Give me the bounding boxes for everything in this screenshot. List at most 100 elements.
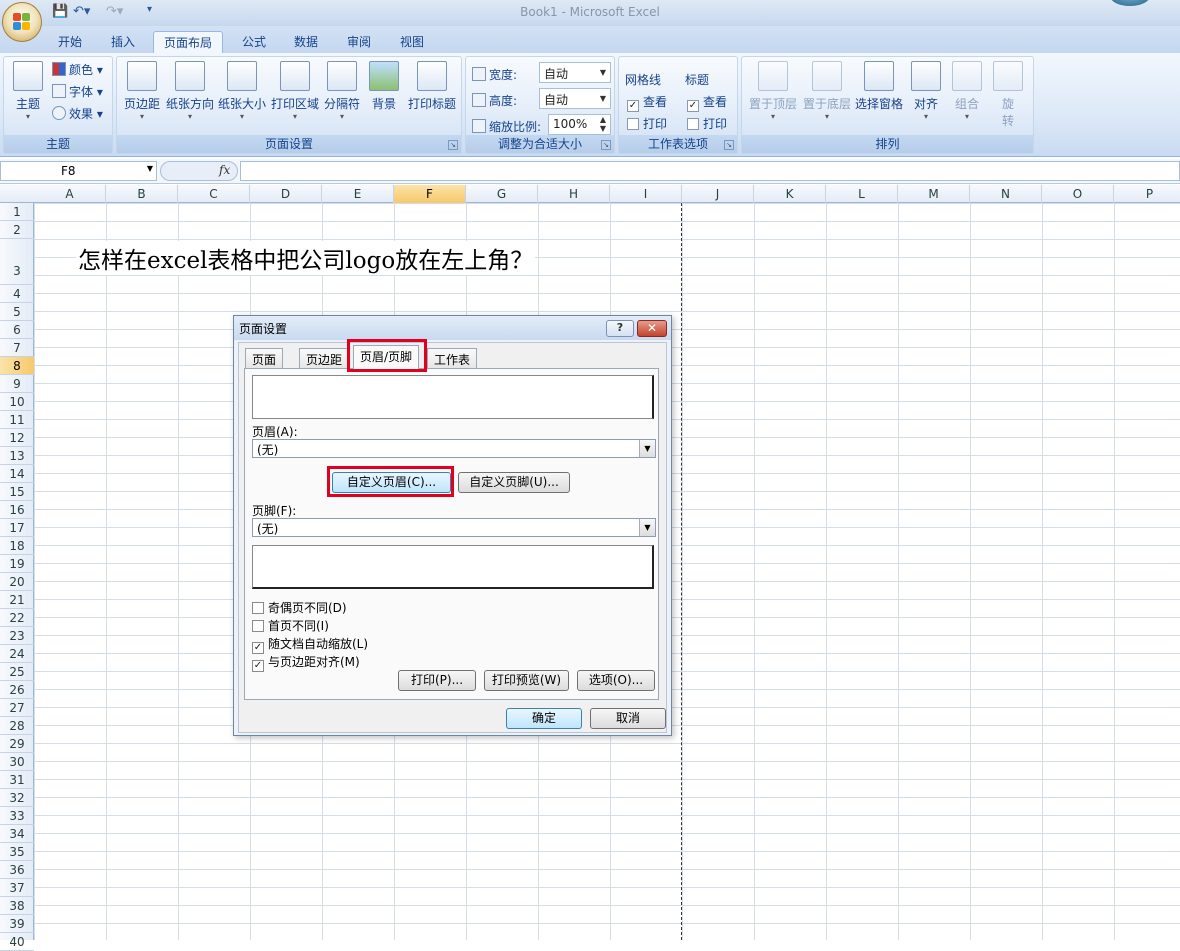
formula-input[interactable] xyxy=(240,161,1180,181)
dialog-tab-sheet[interactable]: 工作表 xyxy=(427,348,478,368)
row-header-3[interactable]: 3 xyxy=(0,239,34,285)
row-header-39[interactable]: 39 xyxy=(0,915,34,933)
row-header-40[interactable]: 40 xyxy=(0,933,34,951)
header-select[interactable]: (无) ▼ xyxy=(252,439,656,458)
row-header-4[interactable]: 4 xyxy=(0,285,34,303)
column-header-b[interactable]: B xyxy=(106,185,178,203)
row-header-6[interactable]: 6 xyxy=(0,321,34,339)
options-button[interactable]: 选项(O)... xyxy=(577,670,655,691)
size-button[interactable]: 纸张大小 ▾ xyxy=(216,61,268,121)
row-header-23[interactable]: 23 xyxy=(0,627,34,645)
tab-insert[interactable]: 插入 xyxy=(101,31,145,53)
custom-footer-button[interactable]: 自定义页脚(U)... xyxy=(458,472,570,493)
column-header-n[interactable]: N xyxy=(970,185,1042,203)
bring-to-front-button[interactable]: 置于顶层 ▾ xyxy=(746,61,800,121)
row-header-33[interactable]: 33 xyxy=(0,807,34,825)
tab-data[interactable]: 数据 xyxy=(284,31,328,53)
row-header-9[interactable]: 9 xyxy=(0,375,34,393)
row-header-7[interactable]: 7 xyxy=(0,339,34,357)
row-header-24[interactable]: 24 xyxy=(0,645,34,663)
help-button[interactable]: ? xyxy=(606,320,634,337)
sheet-options-launcher-icon[interactable]: ↘ xyxy=(724,140,734,150)
headings-view-checkbox[interactable]: ✓ 查看 xyxy=(687,93,727,112)
column-header-d[interactable]: D xyxy=(250,185,322,203)
ok-button[interactable]: 确定 xyxy=(506,708,582,729)
column-header-g[interactable]: G xyxy=(466,185,538,203)
row-header-26[interactable]: 26 xyxy=(0,681,34,699)
row-header-38[interactable]: 38 xyxy=(0,897,34,915)
margins-button[interactable]: 页边距 ▾ xyxy=(120,61,164,121)
send-to-back-button[interactable]: 置于底层 ▾ xyxy=(800,61,854,121)
tab-page-layout[interactable]: 页面布局 xyxy=(153,31,224,53)
column-header-a[interactable]: A xyxy=(34,185,106,203)
row-header-37[interactable]: 37 xyxy=(0,879,34,897)
scale-launcher-icon[interactable]: ↘ xyxy=(601,140,611,150)
group-button[interactable]: 组合 ▾ xyxy=(949,61,985,121)
row-header-35[interactable]: 35 xyxy=(0,843,34,861)
insert-function-button[interactable]: fx xyxy=(160,161,238,181)
column-header-o[interactable]: O xyxy=(1042,185,1114,203)
close-button[interactable]: ✕ xyxy=(637,320,667,337)
tab-home[interactable]: 开始 xyxy=(48,31,92,53)
undo-icon[interactable]: ↶▾ xyxy=(73,4,90,19)
dialog-tab-page[interactable]: 页面 xyxy=(245,348,284,368)
row-header-32[interactable]: 32 xyxy=(0,789,34,807)
orientation-button[interactable]: 纸张方向 ▾ xyxy=(164,61,216,121)
background-button[interactable]: 背景 xyxy=(366,61,402,112)
save-icon[interactable]: 💾 xyxy=(52,4,68,19)
rotate-button[interactable]: 旋转 xyxy=(990,61,1026,129)
column-header-p[interactable]: P xyxy=(1114,185,1180,203)
print-preview-button[interactable]: 打印预览(W) xyxy=(484,670,569,691)
redo-icon[interactable]: ↷▾ xyxy=(106,4,123,19)
row-header-27[interactable]: 27 xyxy=(0,699,34,717)
height-combo[interactable]: 自动 ▼ xyxy=(539,88,611,109)
option-checkbox-2[interactable]: ✓ 随文档自动缩放(L) xyxy=(252,635,368,654)
column-header-i[interactable]: I xyxy=(610,185,682,203)
row-header-28[interactable]: 28 xyxy=(0,717,34,735)
selection-pane-button[interactable]: 选择窗格 xyxy=(853,61,905,112)
row-header-30[interactable]: 30 xyxy=(0,753,34,771)
page-setup-launcher-icon[interactable]: ↘ xyxy=(448,140,458,150)
cancel-button[interactable]: 取消 xyxy=(590,708,666,729)
row-header-25[interactable]: 25 xyxy=(0,663,34,681)
office-button[interactable] xyxy=(2,2,42,42)
spinner-icon[interactable]: ▲ ▼ xyxy=(596,115,610,134)
row-header-1[interactable]: 1 xyxy=(0,203,34,221)
row-header-20[interactable]: 20 xyxy=(0,573,34,591)
cell-b3-text[interactable]: 怎样在excel表格中把公司logo放在左上角？ xyxy=(76,241,536,275)
column-header-f[interactable]: F xyxy=(394,185,466,203)
row-header-13[interactable]: 13 xyxy=(0,447,34,465)
column-header-c[interactable]: C xyxy=(178,185,250,203)
row-header-17[interactable]: 17 xyxy=(0,519,34,537)
tab-view[interactable]: 视图 xyxy=(390,31,434,53)
row-header-18[interactable]: 18 xyxy=(0,537,34,555)
row-header-12[interactable]: 12 xyxy=(0,429,34,447)
column-header-m[interactable]: M xyxy=(898,185,970,203)
headings-print-checkbox[interactable]: 打印 xyxy=(687,115,727,132)
row-header-8[interactable]: 8 xyxy=(0,357,34,375)
row-header-31[interactable]: 31 xyxy=(0,771,34,789)
colors-button[interactable]: 颜色 ▾ xyxy=(52,61,103,78)
print-area-button[interactable]: 打印区域 ▾ xyxy=(269,61,321,121)
row-header-5[interactable]: 5 xyxy=(0,303,34,321)
row-header-16[interactable]: 16 xyxy=(0,501,34,519)
gridlines-view-checkbox[interactable]: ✓ 查看 xyxy=(627,93,667,112)
row-header-2[interactable]: 2 xyxy=(0,221,34,239)
width-combo[interactable]: 自动 ▼ xyxy=(539,62,611,83)
print-button[interactable]: 打印(P)... xyxy=(398,670,476,691)
name-box[interactable]: F8 ▼ xyxy=(0,161,157,181)
option-checkbox-0[interactable]: 奇偶页不同(D) xyxy=(252,599,347,616)
row-header-11[interactable]: 11 xyxy=(0,411,34,429)
row-header-19[interactable]: 19 xyxy=(0,555,34,573)
row-header-10[interactable]: 10 xyxy=(0,393,34,411)
tab-review[interactable]: 审阅 xyxy=(337,31,381,53)
row-header-15[interactable]: 15 xyxy=(0,483,34,501)
align-button[interactable]: 对齐 ▾ xyxy=(908,61,944,121)
dialog-tab-margins[interactable]: 页边距 xyxy=(299,348,350,368)
option-checkbox-1[interactable]: 首页不同(I) xyxy=(252,617,329,634)
row-header-21[interactable]: 21 xyxy=(0,591,34,609)
print-titles-button[interactable]: 打印标题 xyxy=(405,61,459,112)
tab-formulas[interactable]: 公式 xyxy=(232,31,276,53)
scale-spinner[interactable]: 100% ▲ ▼ xyxy=(548,114,611,135)
row-header-29[interactable]: 29 xyxy=(0,735,34,753)
